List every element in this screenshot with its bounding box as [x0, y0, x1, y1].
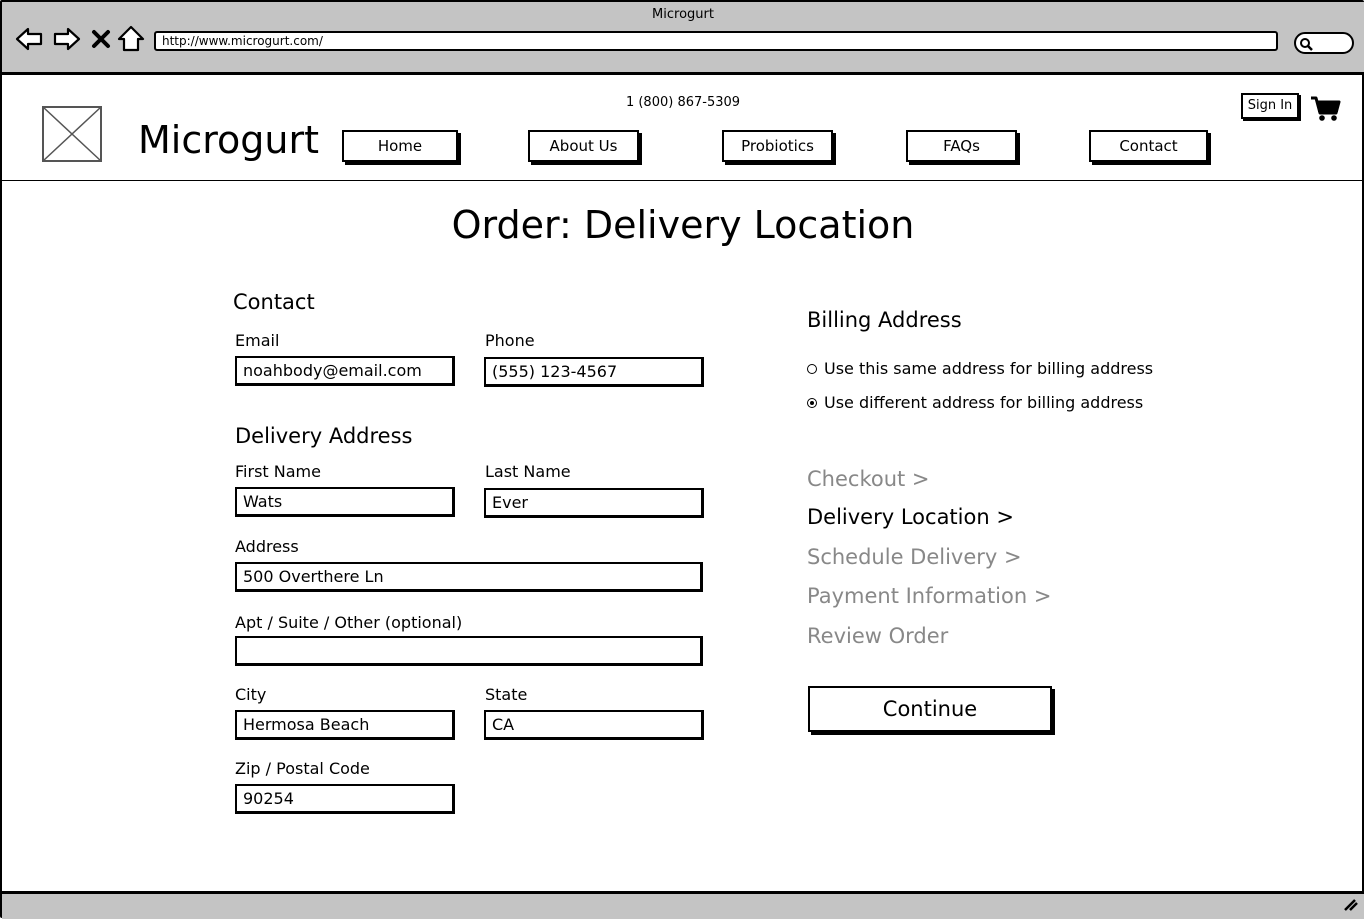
url-bar[interactable]: http://www.microgurt.com/: [154, 31, 1278, 51]
last-name-field[interactable]: Ever: [484, 488, 704, 518]
step-payment-information[interactable]: Payment Information >: [807, 584, 1051, 608]
browser-status-bar: [2, 891, 1364, 919]
header-divider: [2, 180, 1364, 181]
zip-field[interactable]: 90254: [235, 784, 455, 814]
last-name-label: Last Name: [485, 462, 571, 481]
sign-in-button[interactable]: Sign In: [1241, 93, 1299, 119]
delivery-address-heading: Delivery Address: [235, 424, 413, 448]
nav-contact-button[interactable]: Contact: [1089, 130, 1208, 162]
shopping-cart-icon[interactable]: [1310, 95, 1342, 127]
nav-home-button[interactable]: Home: [342, 130, 458, 162]
phone-number: 1 (800) 867-5309: [625, 95, 741, 110]
resize-grip-icon[interactable]: [1342, 896, 1358, 915]
nav-probiotics-button[interactable]: Probiotics: [722, 130, 833, 162]
city-field[interactable]: Hermosa Beach: [235, 710, 455, 740]
address-label: Address: [235, 537, 299, 556]
browser-search-field[interactable]: [1294, 32, 1354, 54]
step-review-order[interactable]: Review Order: [807, 624, 948, 648]
brand-name: Microgurt: [138, 118, 320, 162]
state-label: State: [485, 685, 528, 704]
first-name-label: First Name: [235, 462, 321, 481]
continue-button[interactable]: Continue: [808, 686, 1052, 732]
nav-faqs-button[interactable]: FAQs: [906, 130, 1017, 162]
email-field[interactable]: noahbody@email.com: [235, 356, 455, 386]
contact-heading: Contact: [233, 290, 315, 314]
radio-unchecked-icon: [807, 364, 817, 374]
radio-checked-icon: [807, 398, 817, 408]
address-field[interactable]: 500 Overthere Ln: [235, 562, 703, 592]
zip-label: Zip / Postal Code: [235, 759, 370, 778]
logo-placeholder-image: [42, 106, 102, 162]
forward-arrow-icon[interactable]: [52, 24, 82, 54]
magnifier-icon: [1300, 38, 1313, 51]
phone-label: Phone: [485, 331, 535, 350]
state-field[interactable]: CA: [484, 710, 704, 740]
step-delivery-location[interactable]: Delivery Location >: [807, 505, 1014, 529]
phone-field[interactable]: (555) 123-4567: [484, 357, 704, 387]
billing-different-radio[interactable]: Use different address for billing addres…: [807, 393, 1143, 412]
apt-suite-field[interactable]: [235, 636, 703, 666]
first-name-field[interactable]: Wats: [235, 487, 455, 517]
billing-same-label: Use this same address for billing addres…: [824, 359, 1154, 378]
home-icon[interactable]: [116, 24, 146, 54]
billing-same-radio[interactable]: Use this same address for billing addres…: [807, 359, 1153, 378]
back-arrow-icon[interactable]: [14, 24, 44, 54]
page-title: Order: Delivery Location: [451, 203, 915, 247]
apt-suite-label: Apt / Suite / Other (optional): [235, 613, 463, 632]
step-schedule-delivery[interactable]: Schedule Delivery >: [807, 545, 1022, 569]
window-title: Microgurt: [652, 7, 714, 22]
billing-different-label: Use different address for billing addres…: [824, 393, 1144, 412]
browser-chrome: Microgurt http://www.microgurt.com/: [2, 2, 1364, 75]
nav-about-us-button[interactable]: About Us: [528, 130, 639, 162]
city-label: City: [235, 685, 267, 704]
step-checkout[interactable]: Checkout >: [807, 467, 930, 491]
billing-address-heading: Billing Address: [807, 308, 962, 332]
email-label: Email: [235, 331, 280, 350]
